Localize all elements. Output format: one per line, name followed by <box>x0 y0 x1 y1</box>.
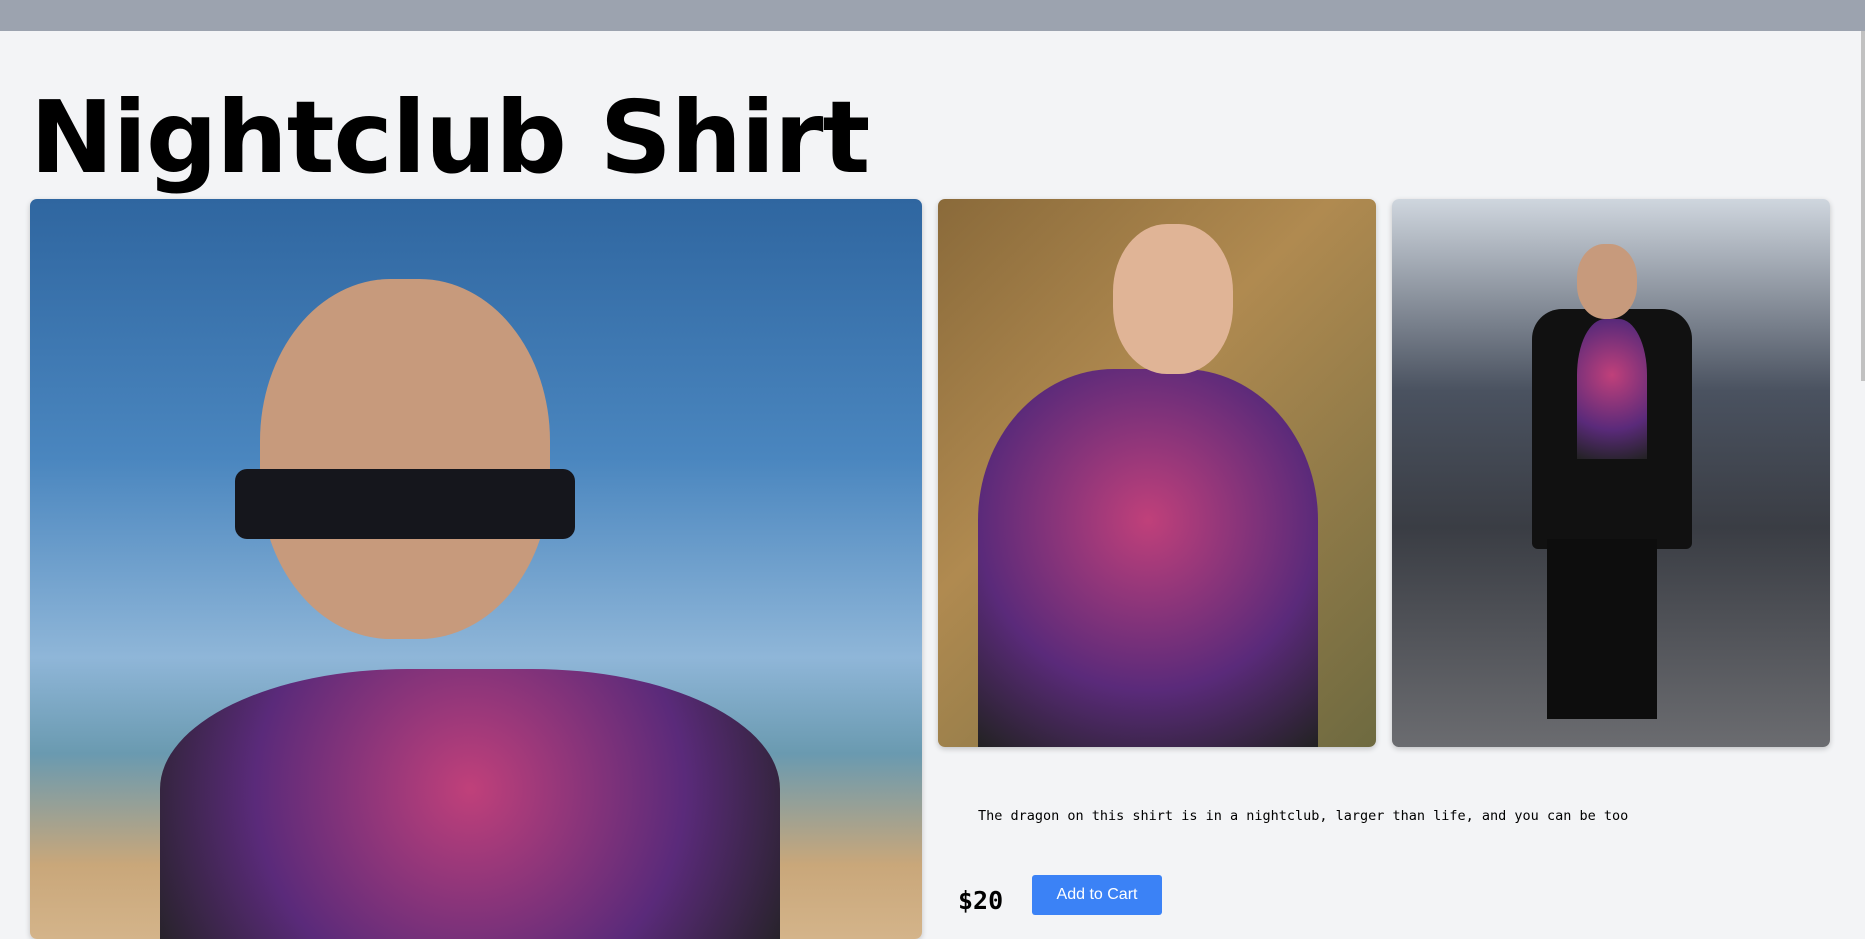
top-bar <box>0 0 1865 31</box>
product-title: Nightclub Shirt <box>30 79 870 196</box>
scrollbar[interactable] <box>1861 31 1865 381</box>
model-head <box>260 279 550 639</box>
sunglasses <box>235 469 575 539</box>
product-description: The dragon on this shirt is in a nightcl… <box>978 808 1629 824</box>
shirt-graphic <box>1577 319 1647 459</box>
shirt-graphic <box>978 369 1318 747</box>
product-price: $20 <box>958 886 1004 915</box>
add-to-cart-button[interactable]: Add to Cart <box>1032 875 1162 915</box>
main-product-image[interactable] <box>30 199 922 939</box>
model-head <box>1577 244 1637 319</box>
pants <box>1547 539 1657 719</box>
product-image-3[interactable] <box>1392 199 1830 747</box>
shirt-graphic <box>160 669 780 939</box>
model-head <box>1113 224 1233 374</box>
product-image-2[interactable] <box>938 199 1376 747</box>
